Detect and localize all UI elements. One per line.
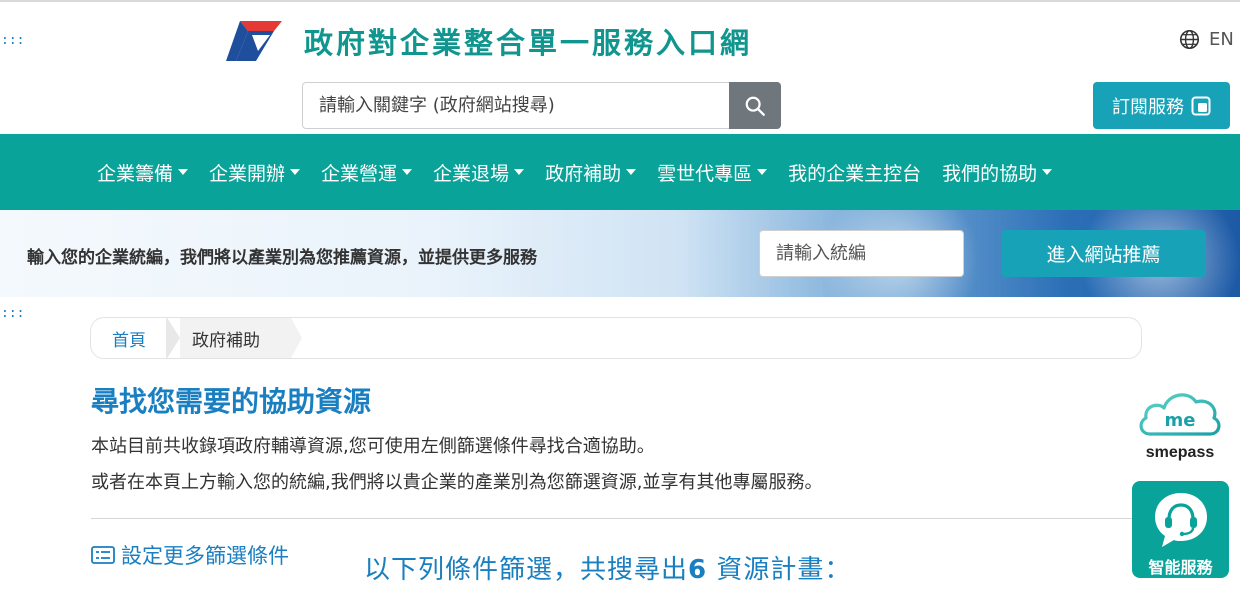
description-line-2: 或者在本頁上方輸入您的統編,我們將以貴企業的產業別為您篩選資源,並享有其他專屬服…	[91, 472, 823, 493]
nav-item-label: 我們的協助	[942, 162, 1038, 185]
site-logo[interactable]: 政府對企業整合單一服務入口網	[226, 20, 752, 62]
language-label: EN	[1209, 29, 1234, 50]
accesskey-header[interactable]: :::	[1, 33, 24, 48]
result-prefix: 以下列條件篩選，共搜尋出	[364, 555, 689, 585]
nav-item-subsidy[interactable]: 政府補助	[545, 159, 637, 186]
more-filters-label: 設定更多篩選條件	[121, 544, 289, 568]
nav-item-label: 企業退場	[433, 162, 510, 185]
search-icon	[745, 96, 765, 116]
headset-chat-icon	[1155, 493, 1207, 547]
recommend-button[interactable]: 進入網站推薦	[1001, 230, 1206, 277]
caret-down-icon	[290, 169, 301, 175]
svg-text:me: me	[1165, 410, 1196, 431]
filter-list-icon	[91, 546, 115, 564]
tax-id-input[interactable]	[759, 230, 964, 277]
more-filters-link[interactable]: 設定更多篩選條件	[91, 540, 289, 570]
nav-item-preparation[interactable]: 企業籌備	[97, 159, 189, 186]
description-line-1: 本站目前共收錄項政府輔導資源,您可使用左側篩選條件尋找合適協助。	[91, 436, 655, 457]
top-border	[0, 0, 1240, 2]
nav-item-startup[interactable]: 企業開辦	[209, 159, 301, 186]
ai-service-widget[interactable]: 智能服務	[1132, 481, 1229, 578]
nav-item-label: 企業營運	[321, 162, 398, 185]
globe-icon	[1179, 29, 1200, 50]
caret-down-icon	[626, 169, 637, 175]
caret-down-icon	[1042, 169, 1053, 175]
site-search-input[interactable]	[302, 82, 730, 129]
recommendation-banner: 輸入您的企業統編，我們將以產業別為您推薦資源，並提供更多服務 進入網站推薦	[0, 210, 1240, 297]
nav-item-assistance[interactable]: 我們的協助	[942, 159, 1053, 186]
smepass-label: smepass	[1145, 444, 1215, 461]
breadcrumb-current: 政府補助	[180, 318, 290, 358]
nav-items: 企業籌備 企業開辦 企業營運 企業退場 政府補助 雲世代專區 我的企業主控台 我…	[97, 134, 1073, 210]
smepass-cloud-icon: me	[1139, 393, 1221, 436]
breadcrumb-separator	[166, 318, 180, 358]
subscribe-label: 訂閱服務	[1112, 96, 1184, 118]
breadcrumb-separator	[290, 318, 302, 358]
accesskey-main[interactable]: :::	[1, 306, 24, 321]
nav-item-dashboard[interactable]: 我的企業主控台	[788, 159, 921, 186]
result-summary: 以下列條件篩選，共搜尋出6 資源計畫：	[364, 549, 851, 586]
search-button[interactable]	[729, 82, 781, 129]
breadcrumb: 首頁 政府補助	[90, 317, 1142, 359]
caret-down-icon	[757, 169, 768, 175]
nav-item-label: 雲世代專區	[657, 162, 753, 185]
nav-item-operation[interactable]: 企業營運	[321, 159, 413, 186]
result-suffix: 資源計畫：	[707, 555, 852, 585]
nav-item-exit[interactable]: 企業退場	[433, 159, 525, 186]
external-window-icon	[1191, 96, 1211, 115]
logo-mark-icon	[226, 21, 282, 61]
site-title: 政府對企業整合單一服務入口網	[304, 26, 753, 60]
caret-down-icon	[402, 169, 413, 175]
banner-text: 輸入您的企業統編，我們將以產業別為您推薦資源，並提供更多服務	[27, 248, 537, 268]
caret-down-icon	[178, 169, 189, 175]
nav-item-label: 企業籌備	[97, 162, 174, 185]
smepass-widget[interactable]: me smepass	[1133, 384, 1227, 462]
caret-down-icon	[514, 169, 525, 175]
ai-service-label: 智能服務	[1148, 558, 1213, 577]
nav-item-cloud[interactable]: 雲世代專區	[657, 159, 768, 186]
main-navigation: 企業籌備 企業開辦 企業營運 企業退場 政府補助 雲世代專區 我的企業主控台 我…	[0, 134, 1240, 210]
divider	[91, 518, 1141, 519]
language-switch[interactable]: EN	[1179, 29, 1234, 50]
nav-item-label: 企業開辦	[209, 162, 286, 185]
result-count: 6	[688, 555, 708, 585]
nav-item-label: 政府補助	[545, 162, 622, 185]
nav-item-label: 我的企業主控台	[788, 162, 922, 185]
subscribe-button[interactable]: 訂閱服務	[1093, 82, 1230, 129]
page-title: 尋找您需要的協助資源	[91, 385, 372, 418]
